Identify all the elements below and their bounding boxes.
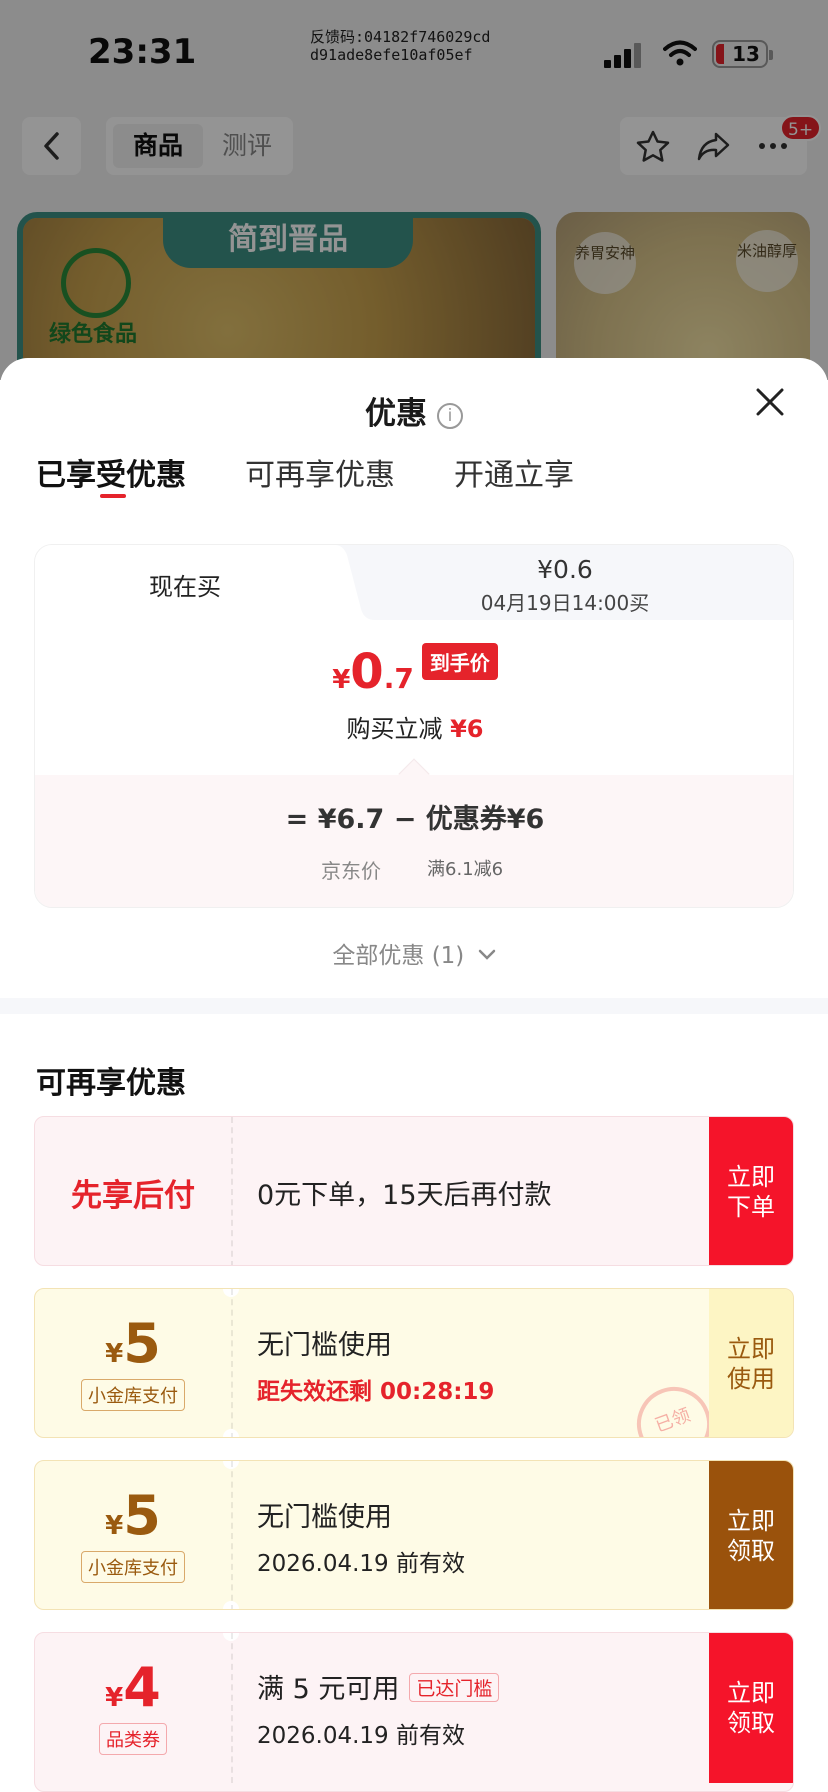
formula-line: = ¥6.7 − 优惠券¥6	[285, 804, 545, 835]
offer-category-coupon[interactable]: ¥4 品类券 满 5 元可用 已达门槛 2026.04.19 前有效 立即 领取	[34, 1632, 794, 1792]
section-divider	[0, 998, 828, 1014]
active-tab-indicator	[100, 494, 126, 498]
pay-later-title: 先享后付	[71, 1177, 195, 1214]
tab-enjoyed[interactable]: 已享受优惠	[36, 450, 186, 494]
threshold-reached-tag: 已达门槛	[409, 1672, 500, 1702]
coupon-condition: 无门槛使用	[257, 1501, 392, 1533]
use-now-button[interactable]: 立即 使用	[709, 1289, 793, 1437]
close-icon[interactable]	[748, 380, 792, 424]
instant-reduction: 购买立减 ¥6	[346, 715, 484, 743]
claim-now-button[interactable]: 立即 领取	[709, 1633, 793, 1783]
background-page: 简到晋品 绿色食品 养胃安神 米油醇厚 23:31 反馈码:04182f7460…	[0, 0, 828, 412]
offer-coupon-vault-claimed[interactable]: ¥5 小金库支付 无门槛使用 距失效还剩 00:28:19 已领 立即 使用	[34, 1288, 794, 1438]
offers-sheet: 优惠 i 已享受优惠 可再享优惠 开通立享 现在买 ¥0.6 04月19日14:0…	[0, 358, 828, 1792]
modal-overlay[interactable]	[0, 0, 828, 380]
section-title: 可再享优惠	[36, 1066, 186, 1101]
coupon-type-tag: 品类券	[99, 1723, 167, 1755]
coupon-condition: 无门槛使用	[257, 1329, 392, 1361]
jd-price-label: 京东价	[321, 859, 381, 883]
info-icon[interactable]: i	[437, 403, 463, 429]
tab-more-offers[interactable]: 可再享优惠	[245, 450, 395, 494]
claim-now-button[interactable]: 立即 领取	[709, 1461, 793, 1609]
final-price: ¥0.7 到手价	[35, 643, 793, 700]
coupon-type-tag: 小金库支付	[81, 1379, 185, 1411]
offer-description: 0元下单，15天后再付款	[257, 1179, 552, 1211]
coupon-expiry: 2026.04.19 前有效	[257, 1722, 465, 1749]
tab-activate[interactable]: 开通立享	[454, 450, 574, 494]
offer-pay-later[interactable]: 先享后付 0元下单，15天后再付款 立即 下单	[34, 1116, 794, 1266]
offer-coupon-vault[interactable]: ¥5 小金库支付 无门槛使用 2026.04.19 前有效 立即 领取	[34, 1460, 794, 1610]
coupon-type-tag: 小金库支付	[81, 1551, 185, 1583]
coupon-expiry: 2026.04.19 前有效	[257, 1550, 465, 1577]
future-time: 04月19日14:00买	[480, 591, 650, 615]
chevron-down-icon	[478, 949, 495, 960]
coupon-condition: 满 5 元可用 已达门槛	[257, 1667, 500, 1706]
buy-now-label: 现在买	[149, 573, 221, 601]
coupon-rule: 满6.1减6	[427, 859, 504, 880]
order-now-button[interactable]: 立即 下单	[709, 1117, 793, 1265]
price-formula: = ¥6.7 − 优惠券¥6 京东价 满6.1减6	[35, 758, 793, 907]
claimed-stamp: 已领	[626, 1376, 722, 1437]
final-price-tag: 到手价	[421, 643, 498, 680]
future-price: ¥0.6	[537, 555, 593, 584]
coupon-amount: ¥5	[105, 1312, 161, 1375]
all-offers-toggle[interactable]: 全部优惠 (1)	[0, 936, 828, 970]
coupon-amount: ¥5	[105, 1484, 161, 1547]
coupon-countdown: 距失效还剩 00:28:19	[257, 1378, 495, 1405]
coupon-amount: ¥4	[105, 1656, 161, 1719]
price-card: 现在买 ¥0.6 04月19日14:00买 ¥0.7 到手价 购买立减 ¥6 = …	[34, 544, 794, 908]
sheet-title: 优惠 i	[0, 388, 828, 433]
